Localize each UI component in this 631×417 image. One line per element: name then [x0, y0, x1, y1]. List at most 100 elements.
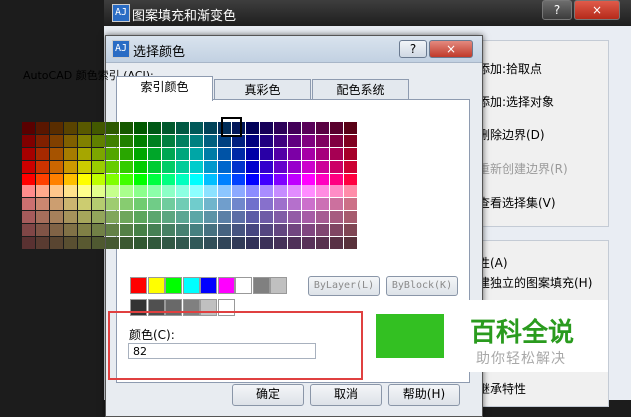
- aci-swatch[interactable]: [302, 185, 315, 197]
- aci-swatch[interactable]: [274, 148, 287, 160]
- aci-swatch[interactable]: [78, 198, 91, 210]
- aci-swatch[interactable]: [274, 122, 287, 134]
- aci-swatch[interactable]: [190, 198, 203, 210]
- aci-swatch[interactable]: [176, 224, 189, 236]
- aci-swatch[interactable]: [162, 237, 175, 249]
- aci-swatch[interactable]: [232, 224, 245, 236]
- aci-swatch[interactable]: [316, 122, 329, 134]
- aci-swatch[interactable]: [288, 148, 301, 160]
- aci-swatch[interactable]: [36, 185, 49, 197]
- aci-swatch[interactable]: [120, 122, 133, 134]
- close-button[interactable]: ×: [574, 0, 620, 20]
- aci-swatch[interactable]: [302, 148, 315, 160]
- aci-swatch[interactable]: [50, 185, 63, 197]
- aci-swatch[interactable]: [260, 211, 273, 223]
- aci-swatch[interactable]: [274, 135, 287, 147]
- aci-swatch[interactable]: [134, 161, 147, 173]
- aci-swatch[interactable]: [78, 211, 91, 223]
- aci-swatch[interactable]: [64, 148, 77, 160]
- aci-swatch[interactable]: [120, 211, 133, 223]
- aci-swatch[interactable]: [134, 185, 147, 197]
- standard-color-swatch[interactable]: [147, 277, 165, 294]
- aci-swatch[interactable]: [176, 211, 189, 223]
- aci-swatch[interactable]: [316, 237, 329, 249]
- view-selections-button[interactable]: 查看选择集(V): [478, 194, 556, 211]
- aci-swatch[interactable]: [274, 237, 287, 249]
- aci-swatch[interactable]: [204, 198, 217, 210]
- aci-swatch[interactable]: [120, 237, 133, 249]
- standard-color-swatch[interactable]: [270, 277, 287, 294]
- aci-swatch[interactable]: [344, 224, 357, 236]
- aci-swatch[interactable]: [260, 224, 273, 236]
- aci-swatch[interactable]: [120, 135, 133, 147]
- aci-swatch[interactable]: [288, 122, 301, 134]
- standard-color-swatch[interactable]: [217, 277, 235, 294]
- aci-swatch[interactable]: [22, 185, 35, 197]
- aci-swatch[interactable]: [92, 122, 105, 134]
- aci-swatch[interactable]: [134, 148, 147, 160]
- aci-swatch[interactable]: [232, 148, 245, 160]
- aci-swatch[interactable]: [92, 135, 105, 147]
- aci-swatch[interactable]: [330, 211, 343, 223]
- aci-swatch[interactable]: [232, 198, 245, 210]
- aci-swatch[interactable]: [274, 224, 287, 236]
- aci-swatch[interactable]: [344, 148, 357, 160]
- aci-swatch[interactable]: [22, 161, 35, 173]
- aci-swatch[interactable]: [330, 161, 343, 173]
- aci-swatch[interactable]: [106, 211, 119, 223]
- standard-color-swatch[interactable]: [252, 277, 270, 294]
- aci-swatch[interactable]: [22, 224, 35, 236]
- aci-swatch[interactable]: [288, 237, 301, 249]
- aci-swatch[interactable]: [92, 148, 105, 160]
- aci-swatch[interactable]: [274, 161, 287, 173]
- aci-swatch[interactable]: [148, 224, 161, 236]
- aci-swatch[interactable]: [134, 135, 147, 147]
- aci-swatch[interactable]: [246, 224, 259, 236]
- aci-swatch[interactable]: [162, 161, 175, 173]
- aci-swatch[interactable]: [92, 185, 105, 197]
- aci-swatch[interactable]: [246, 211, 259, 223]
- aci-swatch[interactable]: [232, 237, 245, 249]
- aci-swatch[interactable]: [106, 185, 119, 197]
- aci-swatch[interactable]: [162, 135, 175, 147]
- aci-swatch[interactable]: [302, 198, 315, 210]
- aci-swatch[interactable]: [316, 211, 329, 223]
- aci-swatch[interactable]: [78, 135, 91, 147]
- aci-swatch[interactable]: [162, 224, 175, 236]
- aci-swatch[interactable]: [204, 122, 217, 134]
- aci-swatch[interactable]: [176, 135, 189, 147]
- aci-swatch[interactable]: [92, 211, 105, 223]
- aci-swatch[interactable]: [50, 237, 63, 249]
- aci-swatch[interactable]: [176, 148, 189, 160]
- aci-swatch[interactable]: [316, 185, 329, 197]
- aci-swatch[interactable]: [344, 135, 357, 147]
- aci-swatch[interactable]: [64, 224, 77, 236]
- aci-swatch[interactable]: [162, 211, 175, 223]
- aci-swatch[interactable]: [36, 237, 49, 249]
- aci-swatch[interactable]: [274, 185, 287, 197]
- aci-swatch[interactable]: [316, 198, 329, 210]
- aci-swatch[interactable]: [176, 185, 189, 197]
- aci-swatch[interactable]: [246, 198, 259, 210]
- aci-swatch[interactable]: [274, 211, 287, 223]
- aci-swatch[interactable]: [78, 161, 91, 173]
- aci-swatch[interactable]: [232, 211, 245, 223]
- aci-swatch[interactable]: [120, 198, 133, 210]
- aci-swatch[interactable]: [120, 148, 133, 160]
- add-pick-points-button[interactable]: 添加:拾取点: [478, 60, 542, 77]
- aci-swatch[interactable]: [92, 224, 105, 236]
- aci-swatch[interactable]: [134, 122, 147, 134]
- aci-swatch[interactable]: [204, 224, 217, 236]
- aci-swatch[interactable]: [106, 198, 119, 210]
- aci-swatch[interactable]: [316, 161, 329, 173]
- aci-swatch[interactable]: [288, 224, 301, 236]
- aci-swatch[interactable]: [36, 148, 49, 160]
- aci-swatch[interactable]: [218, 148, 231, 160]
- standard-color-swatch[interactable]: [130, 277, 147, 294]
- aci-swatch[interactable]: [288, 185, 301, 197]
- cancel-button[interactable]: 取消: [310, 384, 382, 406]
- aci-swatch[interactable]: [190, 135, 203, 147]
- aci-swatch[interactable]: [162, 185, 175, 197]
- aci-swatch[interactable]: [330, 237, 343, 249]
- aci-swatch[interactable]: [302, 237, 315, 249]
